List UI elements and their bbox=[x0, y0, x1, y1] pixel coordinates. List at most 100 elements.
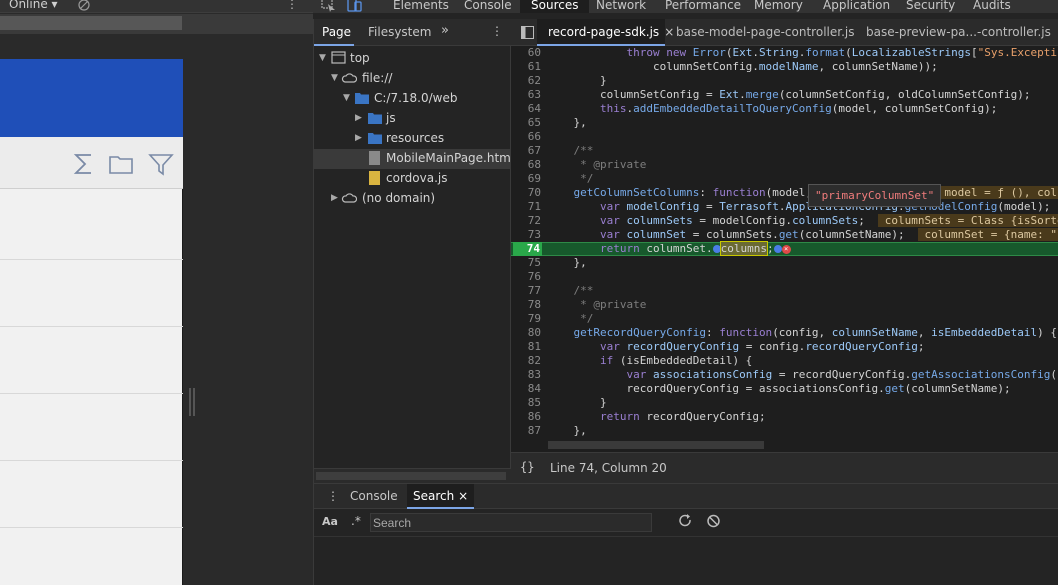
refresh-icon[interactable] bbox=[678, 513, 693, 529]
file-tab-record-page-sdk[interactable]: record-page-sdk.js × bbox=[537, 19, 674, 46]
tab-page[interactable]: Page bbox=[322, 25, 351, 39]
tab-sources[interactable]: Sources bbox=[520, 0, 590, 13]
line-number[interactable]: 66 bbox=[511, 130, 541, 144]
drawer-tab-console[interactable]: Console bbox=[350, 484, 398, 509]
collapsed-arrow-icon[interactable]: ▶ bbox=[355, 113, 363, 123]
line-number[interactable]: 64 bbox=[511, 102, 541, 116]
line-number[interactable]: 69 bbox=[511, 172, 541, 186]
search-input[interactable] bbox=[370, 513, 652, 532]
collapsed-arrow-icon[interactable]: ▶ bbox=[331, 193, 339, 203]
line-number[interactable]: 67 bbox=[511, 144, 541, 158]
drawer-tab-search[interactable]: Search × bbox=[407, 484, 475, 509]
navigator-scrollbar[interactable] bbox=[314, 468, 512, 483]
toggle-navigator-icon[interactable] bbox=[521, 26, 534, 39]
line-number[interactable]: 72 bbox=[511, 214, 541, 228]
line-number[interactable]: 65 bbox=[511, 116, 541, 130]
code-area[interactable]: 60 61 62 63 64 65 66 67 68 69 70 71 72 73 75 76 77 78 79 80… bbox=[511, 46, 1058, 459]
line-number[interactable]: 71 bbox=[511, 200, 541, 214]
close-tab-icon[interactable]: × bbox=[458, 489, 468, 503]
sum-icon[interactable] bbox=[71, 151, 97, 177]
code-line: if (isEmbeddedDetail) { bbox=[599, 354, 753, 367]
line-number[interactable]: 60 bbox=[511, 46, 541, 60]
tree-item-resources-folder[interactable]: ▶ resources bbox=[314, 129, 512, 149]
line-number[interactable]: 73 bbox=[511, 228, 541, 242]
editor-horizontal-scrollbar[interactable] bbox=[511, 439, 1058, 452]
device-viewport[interactable] bbox=[0, 59, 183, 585]
execution-marker-icon[interactable] bbox=[773, 245, 782, 253]
expanded-arrow-icon[interactable]: ▼ bbox=[343, 93, 351, 103]
line-number[interactable]: 76 bbox=[511, 270, 541, 284]
emulation-menu-icon[interactable]: ⋮ bbox=[286, 0, 298, 11]
network-throttle-select[interactable]: Online ▾ bbox=[9, 0, 58, 11]
file-tab-base-model-page-controller[interactable]: base-model-page-controller.js bbox=[665, 19, 854, 46]
code-line: }, bbox=[547, 256, 587, 269]
media-query-bar[interactable] bbox=[0, 16, 182, 30]
tree-item-js-folder[interactable]: ▶ js bbox=[314, 109, 512, 129]
tree-item-web-folder[interactable]: ▼ C:/7.18.0/web bbox=[314, 89, 512, 109]
execution-marker-icon[interactable] bbox=[712, 245, 721, 253]
tree-item-file[interactable]: ▼ file:// bbox=[314, 69, 512, 89]
tab-security[interactable]: Security bbox=[906, 0, 955, 13]
line-number[interactable]: 78 bbox=[511, 298, 541, 312]
match-case-toggle[interactable]: Aa bbox=[322, 515, 338, 528]
clear-icon[interactable] bbox=[706, 513, 721, 529]
tab-application[interactable]: Application bbox=[823, 0, 890, 13]
line-number[interactable]: 86 bbox=[511, 410, 541, 424]
scrollbar-thumb[interactable] bbox=[548, 441, 764, 449]
code-line: }, bbox=[547, 424, 587, 437]
line-number[interactable]: 70 bbox=[511, 186, 541, 200]
filter-icon[interactable] bbox=[148, 151, 174, 177]
collapsed-arrow-icon[interactable]: ▶ bbox=[355, 133, 363, 143]
expanded-arrow-icon[interactable]: ▼ bbox=[319, 53, 327, 63]
code-line: } bbox=[547, 74, 607, 87]
line-number[interactable]: 82 bbox=[511, 354, 541, 368]
tab-audits[interactable]: Audits bbox=[973, 0, 1011, 13]
tab-network[interactable]: Network bbox=[596, 0, 646, 13]
folder-icon bbox=[355, 93, 369, 104]
folder-icon[interactable] bbox=[108, 151, 134, 177]
line-number[interactable]: 87 bbox=[511, 424, 541, 438]
line-number[interactable]: 81 bbox=[511, 340, 541, 354]
error-marker-icon[interactable]: × bbox=[781, 244, 791, 254]
line-number[interactable]: 85 bbox=[511, 396, 541, 410]
line-number[interactable]: 63 bbox=[511, 88, 541, 102]
device-resize-handle[interactable] bbox=[189, 388, 195, 416]
navigator-menu-icon[interactable]: ⋮ bbox=[491, 24, 503, 38]
breakpoint-marker[interactable]: 74 bbox=[513, 242, 542, 256]
tab-elements[interactable]: Elements bbox=[393, 0, 449, 13]
tab-console[interactable]: Console bbox=[464, 0, 512, 13]
expanded-arrow-icon[interactable]: ▼ bbox=[331, 73, 339, 83]
drawer-menu-icon[interactable]: ⋮ bbox=[327, 489, 339, 503]
code-line: }, bbox=[547, 116, 587, 129]
tab-performance[interactable]: Performance bbox=[665, 0, 741, 13]
line-number[interactable]: 80 bbox=[511, 326, 541, 340]
line-number[interactable]: 83 bbox=[511, 368, 541, 382]
file-tab-base-preview-page-controller[interactable]: base-preview-pa...-controller.js bbox=[855, 19, 1051, 46]
line-number[interactable]: 62 bbox=[511, 74, 541, 88]
rotate-icon[interactable] bbox=[77, 0, 91, 12]
inspect-element-icon[interactable] bbox=[321, 0, 337, 12]
tab-memory[interactable]: Memory bbox=[754, 0, 803, 13]
line-number[interactable]: 75 bbox=[511, 256, 541, 270]
line-number[interactable]: 68 bbox=[511, 158, 541, 172]
tree-item-no-domain[interactable]: ▶ (no domain) bbox=[314, 189, 512, 209]
line-number[interactable]: 61 bbox=[511, 60, 541, 74]
code-line: * @private bbox=[580, 298, 647, 311]
device-toolbar-icon[interactable] bbox=[346, 0, 362, 12]
scrollbar-thumb[interactable] bbox=[316, 472, 506, 480]
more-tabs-icon[interactable]: » bbox=[441, 23, 449, 38]
active-tab-indicator bbox=[314, 44, 354, 46]
tree-item-cordova[interactable]: cordova.js bbox=[314, 169, 512, 189]
line-number[interactable]: 77 bbox=[511, 284, 541, 298]
tree-item-mobilemainpage[interactable]: MobileMainPage.html?p bbox=[314, 149, 528, 169]
editor-status-bar: {} Line 74, Column 20 bbox=[511, 452, 1058, 483]
folder-icon bbox=[368, 113, 382, 124]
tree-item-top[interactable]: ▼ top bbox=[314, 49, 512, 69]
pretty-print-button[interactable]: {} bbox=[520, 460, 534, 474]
list-divider bbox=[0, 393, 183, 394]
frame-icon bbox=[331, 51, 346, 64]
regex-toggle[interactable]: .* bbox=[351, 514, 361, 528]
line-number[interactable]: 84 bbox=[511, 382, 541, 396]
tab-filesystem[interactable]: Filesystem bbox=[368, 25, 431, 39]
line-number[interactable]: 79 bbox=[511, 312, 541, 326]
